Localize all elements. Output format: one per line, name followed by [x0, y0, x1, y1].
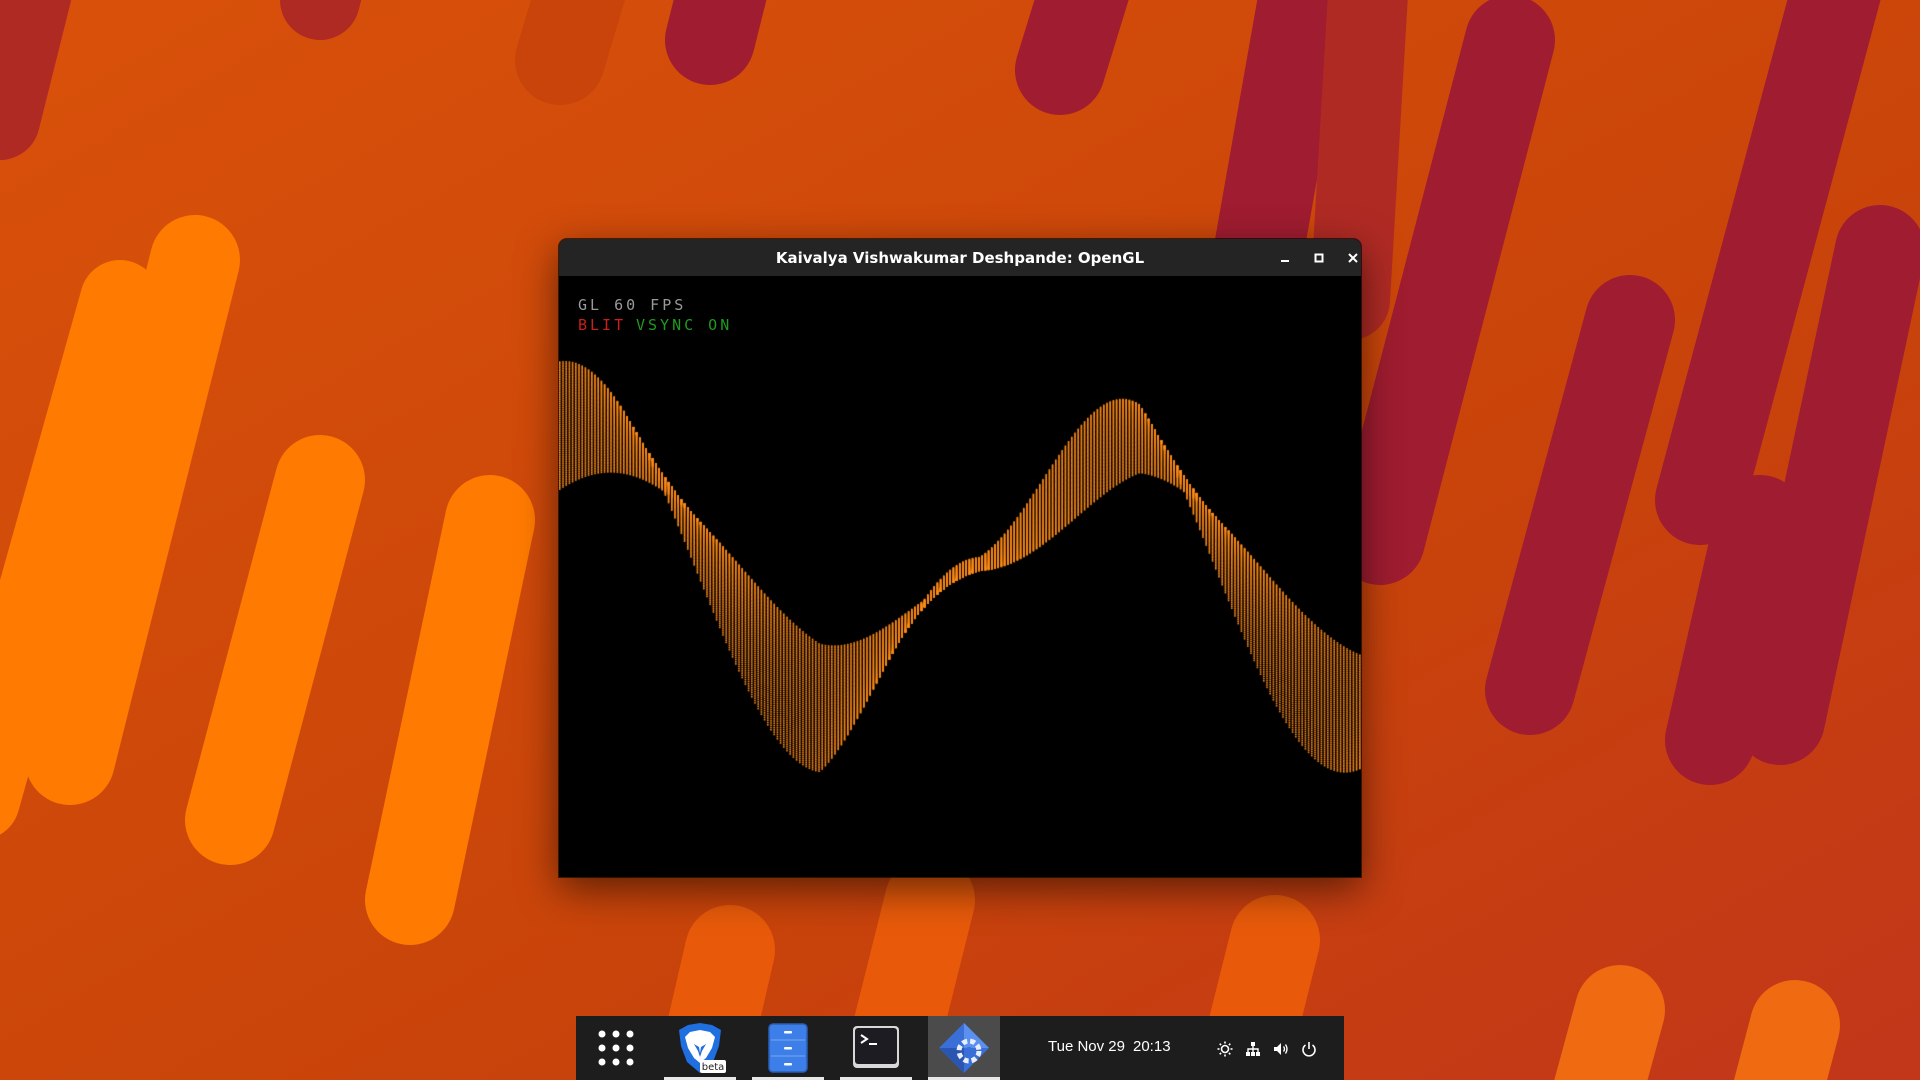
minimize-icon	[1281, 260, 1289, 262]
volume-button[interactable]	[1272, 1040, 1290, 1058]
gear-cube-icon	[939, 1023, 989, 1073]
clock[interactable]: Tue Nov 29 20:13	[1048, 1038, 1179, 1055]
hud-vsync-text: VSYNC ON	[636, 316, 733, 334]
clock-time: 20:13	[1133, 1038, 1171, 1055]
maximize-button[interactable]	[1307, 246, 1331, 270]
volume-icon	[1274, 1043, 1288, 1055]
beta-badge: beta	[702, 1062, 725, 1073]
opengl-render-canvas[interactable]	[559, 276, 1361, 877]
dock-item-brave[interactable]: beta	[664, 1016, 736, 1080]
hud-blit-text: BLIT	[578, 316, 627, 334]
brightness-button[interactable]	[1216, 1040, 1234, 1058]
power-icon	[1302, 1042, 1316, 1057]
apps-grid-icon	[598, 1030, 634, 1066]
close-button[interactable]	[1341, 246, 1361, 270]
file-cabinet-icon	[768, 1023, 808, 1073]
power-button[interactable]	[1300, 1040, 1318, 1058]
network-button[interactable]	[1244, 1040, 1262, 1058]
dock-item-files[interactable]	[752, 1016, 824, 1080]
window-titlebar[interactable]: Kaivalya Vishwakumar Deshpande: OpenGL	[559, 239, 1361, 276]
brave-lion-icon: beta	[679, 1023, 726, 1073]
dock-item-opengl-app[interactable]	[928, 1016, 1000, 1080]
dock-item-terminal[interactable]	[840, 1016, 912, 1080]
dock-panel: beta Tue Nov 29 20:13	[576, 1016, 1344, 1080]
close-icon	[1348, 253, 1358, 263]
maximize-icon	[1314, 253, 1324, 263]
network-icon	[1246, 1042, 1260, 1056]
window-title: Kaivalya Vishwakumar Deshpande: OpenGL	[775, 248, 1145, 267]
minimize-button[interactable]	[1273, 246, 1297, 270]
terminal-icon	[853, 1026, 899, 1068]
brightness-icon	[1217, 1041, 1233, 1057]
clock-date: Tue Nov 29	[1048, 1038, 1125, 1055]
show-applications-button[interactable]	[576, 1016, 656, 1080]
hud-fps-text: GL 60 FPS	[578, 296, 687, 314]
opengl-window[interactable]: Kaivalya Vishwakumar Deshpande: OpenGL G…	[559, 239, 1361, 877]
